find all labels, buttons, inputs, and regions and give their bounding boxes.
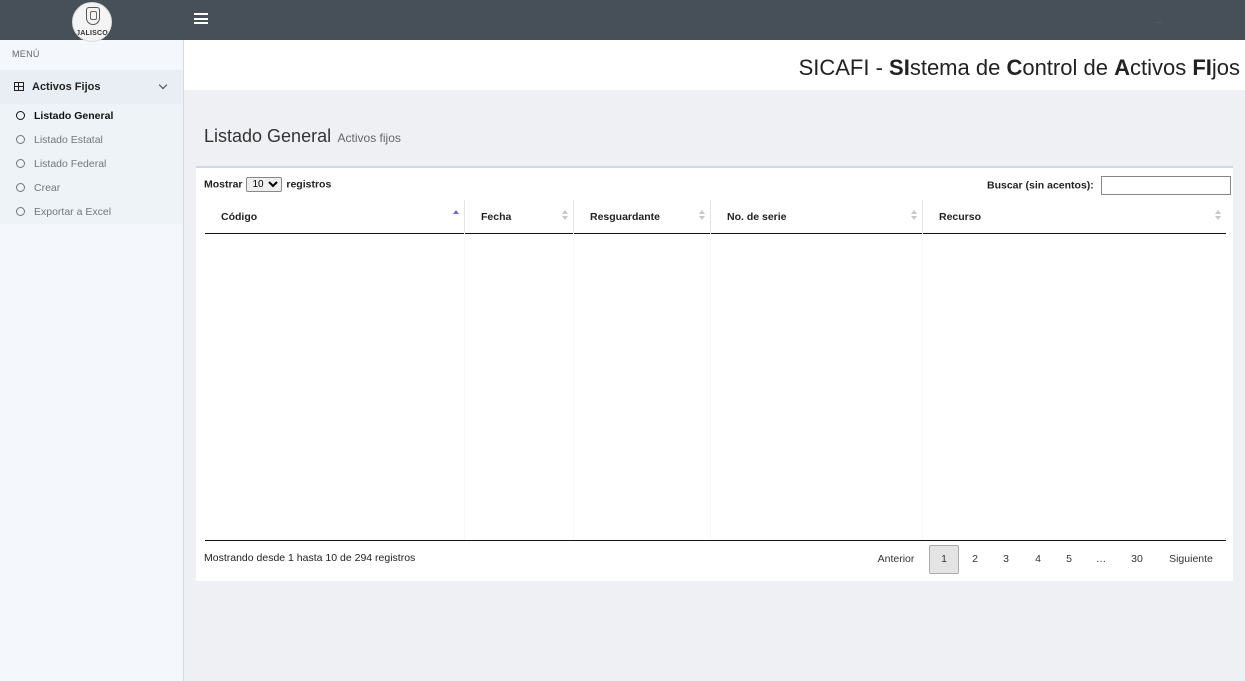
search-label: Buscar (sin acentos): <box>987 179 1094 192</box>
sidebar-submenu: Listado General Listado Estatal Listado … <box>0 104 183 224</box>
page-length-select[interactable]: 10 <box>246 177 283 192</box>
circle-icon <box>16 159 25 168</box>
pagination-ellipsis: … <box>1095 553 1107 565</box>
user-menu[interactable]: ... <box>1155 15 1163 25</box>
page-subtitle: Activos fijos <box>337 131 401 145</box>
column-label: Fecha <box>481 211 512 223</box>
sidebar-item-listado-federal[interactable]: Listado Federal <box>0 152 183 176</box>
sidebar-item-label: Listado Estatal <box>34 134 103 146</box>
table-body <box>205 235 1226 541</box>
circle-icon <box>16 135 25 144</box>
pagination-page-2[interactable]: 2 <box>960 545 990 574</box>
coat-of-arms-icon <box>86 7 100 25</box>
app-title-text: ctivos <box>1129 55 1193 80</box>
app-title-bold: C <box>1006 55 1023 80</box>
column-label: Código <box>221 211 258 223</box>
column-header-fecha[interactable]: Fecha <box>464 200 573 234</box>
app-banner: SICAFI - SIstema de Control de Activos F… <box>184 40 1245 90</box>
pagination-page-5[interactable]: 5 <box>1054 545 1084 574</box>
sort-icon <box>911 210 917 222</box>
column-divider <box>464 235 465 541</box>
column-divider <box>573 235 574 541</box>
sidebar-item-label: Crear <box>34 182 61 194</box>
sidebar-item-listado-estatal[interactable]: Listado Estatal <box>0 128 183 152</box>
column-label: No. de serie <box>727 211 787 223</box>
column-label: Recurso <box>939 211 982 223</box>
pagination-page-3[interactable]: 3 <box>991 545 1021 574</box>
circle-icon <box>16 207 25 216</box>
app-title-bold: SI <box>889 55 910 80</box>
chevron-down-icon <box>158 80 168 90</box>
app-title-text: ontrol de <box>1022 55 1115 80</box>
sort-icon <box>699 210 705 222</box>
sidebar-item-crear[interactable]: Crear <box>0 176 183 200</box>
sidebar-item-label: Listado Federal <box>34 158 107 170</box>
app-title-prefix: SICAFI - <box>798 55 890 80</box>
column-divider <box>710 235 711 541</box>
column-header-resguardante[interactable]: Resguardante <box>573 200 710 234</box>
sidebar-section-activos-fijos[interactable]: Activos Fijos <box>0 70 183 104</box>
sort-icon <box>1215 210 1221 222</box>
sort-icon <box>562 210 568 222</box>
search-input[interactable] <box>1100 176 1231 195</box>
sidebar-item-listado-general[interactable]: Listado General <box>0 104 183 128</box>
search-control: Buscar (sin acentos): <box>987 176 1231 195</box>
circle-icon <box>16 111 25 120</box>
app-title-text: jos <box>1211 55 1240 80</box>
length-suffix: registros <box>286 178 332 191</box>
table-header: Código Fecha Resguardante No. de serie R… <box>205 200 1226 234</box>
sidebar-item-exportar-excel[interactable]: Exportar a Excel <box>0 200 183 224</box>
hamburger-menu-icon[interactable] <box>194 13 208 27</box>
app-title-bold: FI <box>1192 55 1212 80</box>
sidebar-item-label: Listado General <box>34 110 114 122</box>
pagination-next[interactable]: Siguiente <box>1160 545 1222 574</box>
jalisco-logo[interactable]: JALISCO <box>72 2 112 42</box>
top-navbar: ... <box>0 0 1245 40</box>
pagination-page-1[interactable]: 1 <box>929 545 959 574</box>
page-heading: Listado General Activos fijos <box>204 126 401 147</box>
column-label: Resguardante <box>590 211 661 223</box>
column-divider <box>922 235 923 541</box>
table-info: Mostrando desde 1 hasta 10 de 294 regist… <box>204 552 416 564</box>
app-title-text: stema de <box>909 55 1007 80</box>
column-header-recurso[interactable]: Recurso <box>922 200 1226 234</box>
column-header-no-serie[interactable]: No. de serie <box>710 200 922 234</box>
column-header-codigo[interactable]: Código <box>205 200 464 234</box>
pagination-page-30[interactable]: 30 <box>1120 545 1154 574</box>
table-icon <box>14 82 24 91</box>
sort-ascending-icon <box>453 210 459 222</box>
logo-text: JALISCO <box>76 30 108 37</box>
sidebar-section-label: Activos Fijos <box>32 81 101 93</box>
pagination-page-4[interactable]: 4 <box>1023 545 1053 574</box>
page-length-control: Mostrar 10 registros <box>204 177 331 192</box>
table-footer-divider <box>205 540 1226 541</box>
menu-label: MENÚ <box>12 49 40 59</box>
circle-icon <box>16 183 25 192</box>
page-title: Listado General <box>204 126 332 146</box>
sidebar-item-label: Exportar a Excel <box>34 206 112 218</box>
pagination-previous[interactable]: Anterior <box>866 545 926 574</box>
datatable-card: Mostrar 10 registros Buscar (sin acentos… <box>196 166 1233 581</box>
app-title: SICAFI - SIstema de Control de Activos F… <box>799 55 1240 81</box>
sidebar: MENÚ Activos Fijos Listado General Lista… <box>0 40 184 681</box>
length-prefix: Mostrar <box>204 178 243 191</box>
app-title-bold: A <box>1114 55 1130 80</box>
